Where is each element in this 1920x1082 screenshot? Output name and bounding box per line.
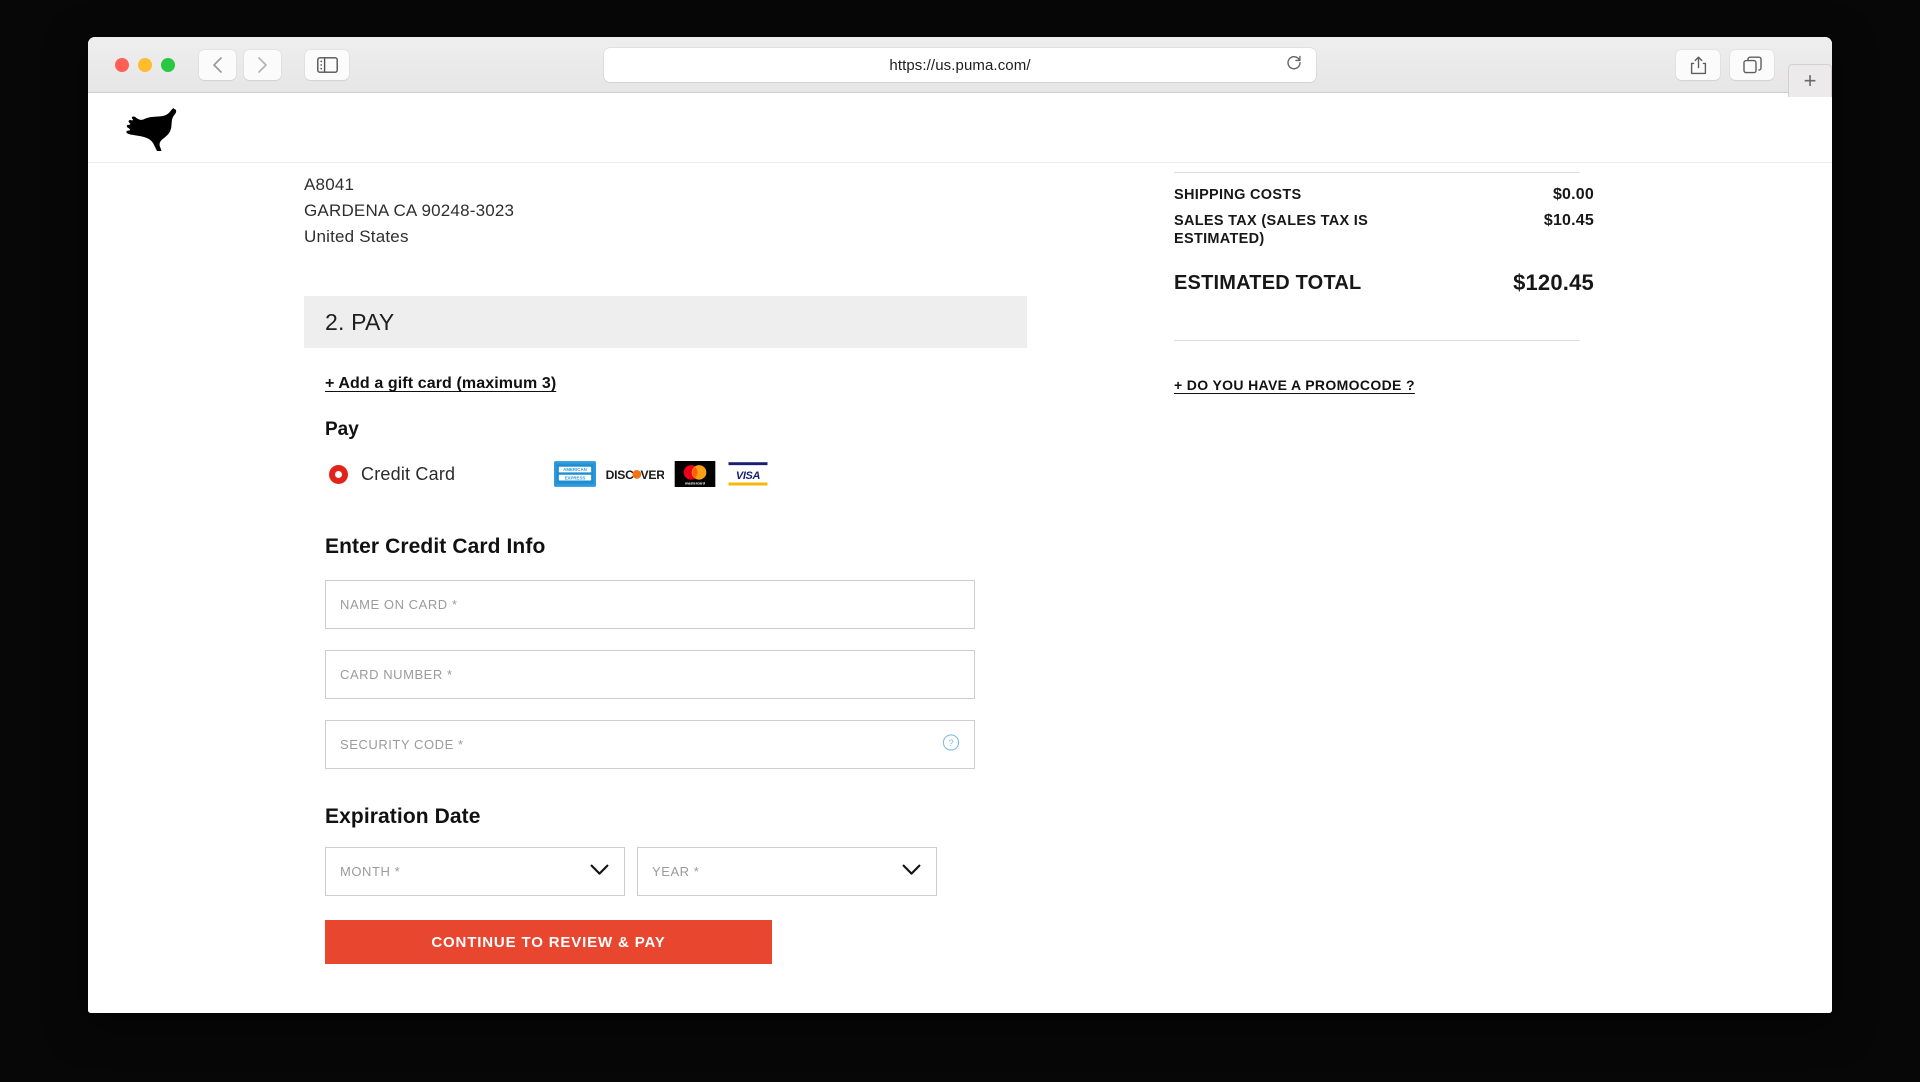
forward-button[interactable] [244,49,281,80]
continue-to-review-and-pay-button[interactable]: CONTINUE TO REVIEW & PAY [325,920,772,964]
svg-text:VER: VER [641,468,665,482]
expiration-month-placeholder: MONTH * [340,864,401,879]
chevron-down-icon [590,863,609,881]
address-line-1: A8041 [304,175,355,194]
sidebar-icon [316,56,338,73]
summary-row-estimated-total: ESTIMATED TOTAL $120.45 [1174,270,1594,296]
reload-icon[interactable] [1286,55,1302,76]
order-summary-column: SHIPPING COSTS $0.00 SALES TAX (SALES TA… [1174,163,1594,964]
name-on-card-placeholder: NAME ON CARD * [340,597,458,612]
browser-window: https://us.puma.com/ + A8041 GARDENA CA … [88,37,1832,1013]
mastercard-card-icon: mastercard [674,461,716,487]
checkout-left-column: A8041 GARDENA CA 90248-3023 United State… [304,163,1027,964]
new-tab-label: + [1803,68,1817,93]
new-tab-button[interactable]: + [1788,64,1832,97]
credit-card-radio[interactable] [329,464,348,484]
security-code-field[interactable]: SECURITY CODE * ? [325,720,975,769]
minimize-window-button[interactable] [138,57,152,72]
desktop-backdrop: https://us.puma.com/ + A8041 GARDENA CA … [0,0,1920,1082]
pay-label: Pay [325,419,359,440]
card-number-placeholder: CARD NUMBER * [340,667,453,682]
toggle-sidebar-button[interactable] [305,49,349,80]
pay-section-title: 2. PAY [325,308,395,335]
share-button[interactable] [1676,50,1720,80]
expiration-date-title: Expiration Date [325,805,481,828]
svg-text:mastercard: mastercard [685,482,706,486]
pay-section-header: 2. PAY [304,296,1027,348]
summary-value: $0.00 [1552,186,1594,203]
summary-label: SHIPPING COSTS [1174,187,1302,203]
name-on-card-field[interactable]: NAME ON CARD * [325,580,975,629]
question-circle-icon[interactable]: ? [942,733,960,756]
summary-bottom-divider [1174,340,1580,341]
browser-toolbar: https://us.puma.com/ + [88,37,1832,97]
summary-row-sales-tax: SALES TAX (SALES TAX IS ESTIMATED) $10.4… [1174,212,1594,248]
expiration-year-placeholder: YEAR * [652,864,700,879]
estimated-total-label: ESTIMATED TOTAL [1174,272,1362,294]
navigation-buttons [199,49,281,80]
chevron-left-icon [213,56,222,73]
accepted-card-logos: AMERICAN EXPRESS DISC VER mastercard VIS… [554,461,770,487]
visa-card-icon: VISA [727,461,769,487]
back-button[interactable] [199,49,236,80]
security-code-placeholder: SECURITY CODE * [340,737,464,752]
expiration-row: MONTH * YEAR * [325,847,1024,896]
svg-text:VISA: VISA [736,470,761,482]
summary-label: SALES TAX (SALES TAX IS ESTIMATED) [1174,213,1369,247]
credit-card-label: Credit Card [361,463,456,484]
credit-card-form: Enter Credit Card Info NAME ON CARD * CA… [325,535,1024,964]
checkout-columns: A8041 GARDENA CA 90248-3023 United State… [88,163,1832,964]
checkout-page: A8041 GARDENA CA 90248-3023 United State… [88,163,1832,1013]
address-bar[interactable]: https://us.puma.com/ [604,48,1316,82]
summary-row-shipping: SHIPPING COSTS $0.00 [1174,186,1594,204]
summary-top-divider [1174,172,1580,173]
summary-value: $10.45 [1543,212,1594,229]
amex-card-icon: AMERICAN EXPRESS [554,461,597,487]
svg-text:AMERICAN: AMERICAN [563,467,587,472]
expiration-year-select[interactable]: YEAR * [637,847,937,896]
toolbar-right-buttons [1676,50,1774,80]
discover-card-icon: DISC VER [604,463,665,485]
shipping-address-block: A8041 GARDENA CA 90248-3023 United State… [304,163,1024,250]
maximize-window-button[interactable] [161,57,175,72]
address-line-2: GARDENA CA 90248-3023 [304,201,515,220]
credit-card-form-title: Enter Credit Card Info [325,535,546,558]
tab-overview-button[interactable] [1730,50,1774,80]
close-window-button[interactable] [115,57,129,72]
payment-method-row: Credit Card AMERICAN EXPRESS DISC VER ma… [329,461,1024,487]
add-gift-card-link[interactable]: + Add a gift card (maximum 3) [325,375,556,393]
puma-logo[interactable] [120,105,184,151]
url-text: https://us.puma.com/ [889,56,1031,74]
svg-text:DISC: DISC [606,468,635,482]
promocode-link[interactable]: + DO YOU HAVE A PROMOCODE ? [1174,377,1415,393]
site-header [88,93,1832,163]
radio-dot [335,470,342,478]
copy-tabs-icon [1742,56,1762,74]
svg-text:EXPRESS: EXPRESS [565,475,586,480]
chevron-down-icon [902,863,921,881]
expiration-month-select[interactable]: MONTH * [325,847,625,896]
card-number-field[interactable]: CARD NUMBER * [325,650,975,699]
sidebar-button-group [305,49,349,80]
svg-text:?: ? [948,738,953,749]
address-line-3: United States [304,227,409,246]
share-icon [1690,56,1706,74]
estimated-total-value: $120.45 [1513,270,1594,295]
window-controls [115,57,175,72]
chevron-right-icon [258,56,267,73]
